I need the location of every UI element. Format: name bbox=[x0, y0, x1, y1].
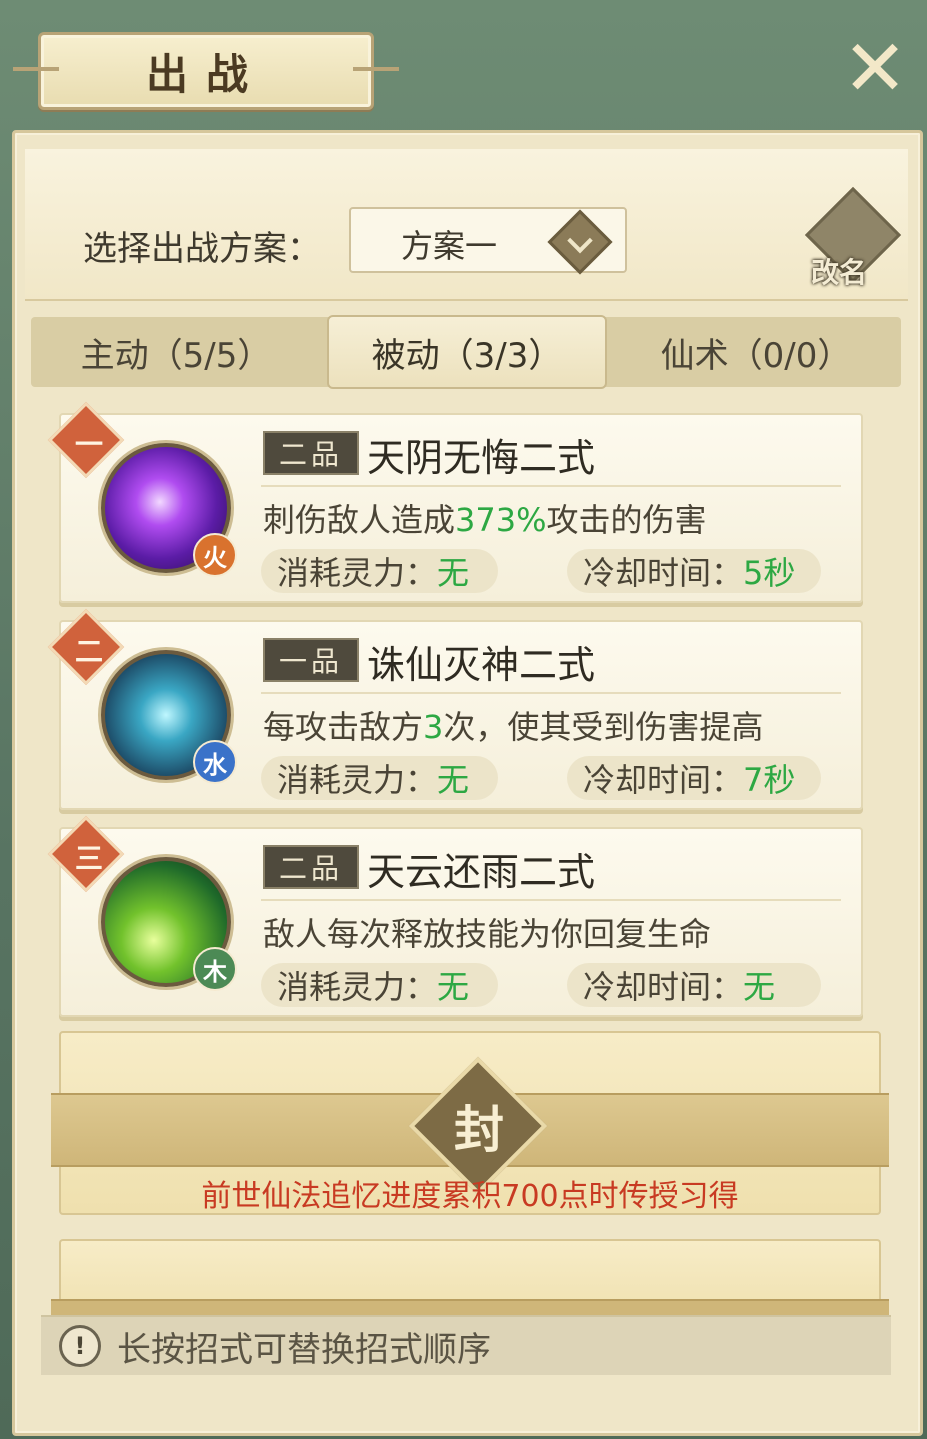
close-button[interactable]: ✕ bbox=[840, 24, 910, 114]
cooldown-label: 冷却时间： bbox=[583, 554, 744, 592]
cooldown-value: 5秒 bbox=[743, 554, 796, 592]
element-water-icon: 水 bbox=[193, 740, 237, 784]
close-icon: ✕ bbox=[842, 24, 908, 114]
element-fire-icon: 火 bbox=[193, 533, 237, 577]
rename-label: 改名 bbox=[811, 256, 868, 289]
cost-stat: 消耗灵力：无 bbox=[261, 756, 498, 800]
title-plate: 出战 bbox=[13, 32, 399, 110]
tab-spells[interactable]: 仙术（0/0） bbox=[621, 317, 891, 387]
skill-name: 天阴无悔二式 bbox=[367, 436, 596, 480]
skill-card[interactable]: 三 木 二品 天云还雨二式 敌人每次释放技能为你回复生命 消耗灵力：无 冷却时间… bbox=[47, 815, 863, 1017]
cost-label: 消耗灵力： bbox=[277, 968, 438, 1006]
cost-stat: 消耗灵力：无 bbox=[261, 549, 498, 593]
cooldown-stat: 冷却时间： 7秒 bbox=[567, 756, 821, 800]
desc-text: 攻击的伤害 bbox=[546, 501, 707, 539]
grade-tag: 二品 bbox=[263, 845, 359, 889]
plan-label: 选择出战方案： bbox=[83, 229, 321, 269]
desc-highlight: 373% bbox=[455, 501, 547, 539]
tab-label: 被动（3/3） bbox=[371, 335, 563, 376]
order-number: 三 bbox=[74, 842, 103, 875]
skill-description: 每攻击敌方3次，使其受到伤害提高 bbox=[263, 702, 763, 748]
skill-card[interactable]: 二 水 一品 诛仙灭神二式 每攻击敌方3次，使其受到伤害提高 消耗灵力：无 冷却… bbox=[47, 608, 863, 810]
cooldown-value: 7秒 bbox=[743, 761, 796, 799]
skill-name: 诛仙灭神二式 bbox=[367, 643, 596, 687]
grade-tag: 二品 bbox=[263, 431, 359, 475]
desc-text: 刺伤敌人造成 bbox=[263, 501, 456, 539]
plan-dropdown-value: 方案一 bbox=[401, 227, 498, 265]
info-icon: ! bbox=[59, 1325, 101, 1367]
tip-bar: ! 长按招式可替换招式顺序 bbox=[41, 1315, 891, 1375]
order-number: 二 bbox=[74, 635, 103, 668]
cost-value: 无 bbox=[437, 761, 470, 799]
divider bbox=[261, 899, 841, 901]
desc-text: 次，使其受到伤害提高 bbox=[443, 708, 764, 746]
cooldown-label: 冷却时间： bbox=[583, 761, 744, 799]
cost-label: 消耗灵力： bbox=[277, 761, 438, 799]
cooldown-label: 冷却时间： bbox=[583, 968, 744, 1006]
desc-highlight: 3 bbox=[423, 708, 444, 746]
divider bbox=[261, 692, 841, 694]
page-title: 出战 bbox=[145, 49, 266, 99]
cooldown-stat: 冷却时间： 5秒 bbox=[567, 549, 821, 593]
locked-skill-slot[interactable]: 封 前世仙法追忆进度累积700点时传授习得 bbox=[51, 1031, 889, 1215]
desc-text: 每攻击敌方 bbox=[263, 708, 424, 746]
cost-value: 无 bbox=[437, 968, 470, 1006]
tab-passive-skills[interactable]: 被动（3/3） bbox=[327, 315, 607, 389]
cost-value: 无 bbox=[437, 554, 470, 592]
grade-tag: 一品 bbox=[263, 638, 359, 682]
element-wood-icon: 木 bbox=[193, 947, 237, 991]
unlock-hint: 前世仙法追忆进度累积700点时传授习得 bbox=[201, 1179, 739, 1214]
divider bbox=[261, 485, 841, 487]
skill-description: 敌人每次释放技能为你回复生命 bbox=[263, 909, 711, 955]
seal-label: 封 bbox=[454, 1100, 504, 1159]
tab-active-skills[interactable]: 主动（5/5） bbox=[41, 317, 311, 387]
tab-label: 仙术（0/0） bbox=[660, 335, 852, 376]
plan-dropdown[interactable]: 方案一 bbox=[349, 207, 627, 275]
plan-bar: 选择出战方案： 方案一 改名 bbox=[25, 149, 908, 301]
cost-label: 消耗灵力： bbox=[277, 554, 438, 592]
cooldown-value: 无 bbox=[743, 968, 776, 1006]
tip-text: 长按招式可替换招式顺序 bbox=[117, 1329, 491, 1370]
cooldown-stat: 冷却时间：无 bbox=[567, 963, 821, 1007]
cost-stat: 消耗灵力：无 bbox=[261, 963, 498, 1007]
skill-description: 刺伤敌人造成373%攻击的伤害 bbox=[263, 495, 707, 541]
tab-bar: 主动（5/5） 被动（3/3） 仙术（0/0） bbox=[31, 315, 901, 389]
chevron-down-icon bbox=[547, 209, 613, 275]
desc-text: 敌人每次释放技能为你回复生命 bbox=[263, 915, 712, 953]
rename-button[interactable]: 改名 bbox=[804, 185, 902, 295]
skill-card[interactable]: 一 火 二品 天阴无悔二式 刺伤敌人造成373%攻击的伤害 消耗灵力：无 冷却时… bbox=[47, 401, 863, 603]
locked-skill-slot[interactable] bbox=[51, 1239, 889, 1323]
order-number: 一 bbox=[74, 428, 103, 461]
main-panel: 选择出战方案： 方案一 改名 主动（5/5） 被动（3/3） 仙术（0/0） 一… bbox=[12, 130, 923, 1436]
skill-name: 天云还雨二式 bbox=[367, 850, 596, 894]
tab-label: 主动（5/5） bbox=[80, 335, 272, 376]
